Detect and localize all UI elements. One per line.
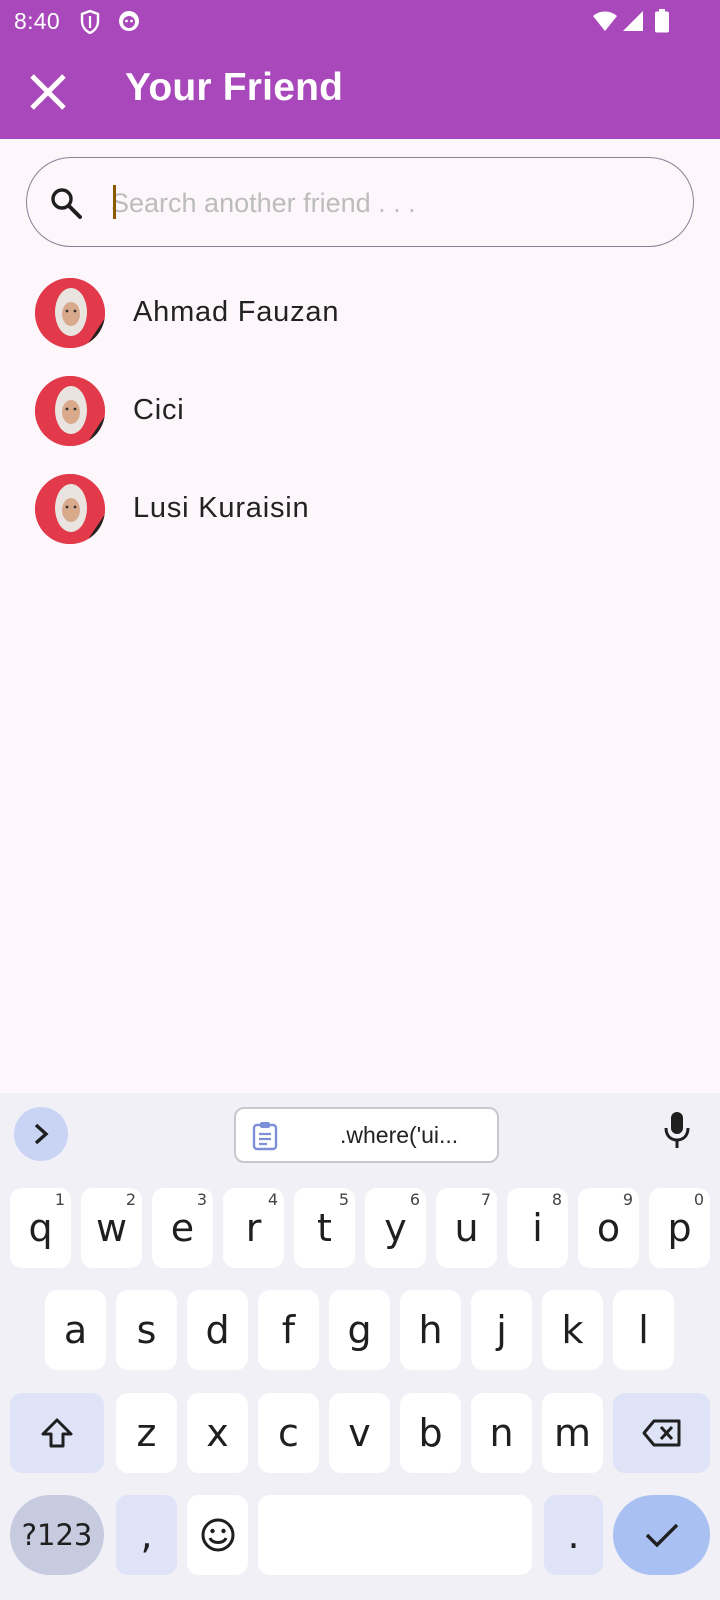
key-hint: 7 — [480, 1190, 491, 1209]
key-y[interactable]: y6 — [365, 1188, 426, 1268]
key-t[interactable]: t5 — [294, 1188, 355, 1268]
shift-icon — [41, 1418, 73, 1448]
search-input[interactable] — [111, 178, 671, 228]
key-j[interactable]: j — [471, 1290, 532, 1370]
list-item-friend[interactable]: Lusi Kuraisin — [0, 462, 720, 558]
comma-key[interactable]: , — [116, 1495, 177, 1575]
wifi-icon — [592, 10, 618, 37]
status-bar: 8:40 — [0, 0, 720, 44]
key-hint: 6 — [409, 1190, 420, 1209]
key-label: t — [317, 1206, 332, 1250]
key-label: y — [384, 1206, 407, 1250]
enter-key[interactable] — [613, 1495, 710, 1575]
key-q[interactable]: q1 — [10, 1188, 71, 1268]
key-hint: 1 — [54, 1190, 65, 1209]
key-label: i — [532, 1206, 543, 1250]
key-hint: 8 — [551, 1190, 562, 1209]
period-key[interactable]: . — [544, 1495, 603, 1575]
backspace-icon — [642, 1419, 680, 1447]
key-u[interactable]: u7 — [436, 1188, 497, 1268]
page-title: Your Friend — [125, 66, 344, 109]
key-i[interactable]: i8 — [507, 1188, 568, 1268]
key-hint: 0 — [693, 1190, 704, 1209]
clipboard-text: .where('ui... — [340, 1122, 459, 1148]
key-b[interactable]: b — [400, 1393, 461, 1473]
key-a[interactable]: a — [45, 1290, 106, 1370]
key-d[interactable]: d — [187, 1290, 248, 1370]
close-button[interactable] — [22, 66, 74, 118]
close-icon — [30, 74, 66, 110]
friend-name: Ahmad Fauzan — [133, 296, 340, 328]
friend-name: Lusi Kuraisin — [133, 492, 310, 524]
keyboard-expand-button[interactable] — [14, 1107, 68, 1161]
emoji-key[interactable] — [187, 1495, 248, 1575]
search-bar[interactable] — [26, 157, 694, 247]
key-m[interactable]: m — [542, 1393, 603, 1473]
avatar — [35, 278, 105, 348]
cat-face-icon — [118, 10, 140, 37]
key-c[interactable]: c — [258, 1393, 319, 1473]
key-label: q — [28, 1206, 53, 1250]
key-h[interactable]: h — [400, 1290, 461, 1370]
key-v[interactable]: v — [329, 1393, 390, 1473]
key-label: o — [596, 1206, 621, 1250]
key-hint: 9 — [622, 1190, 633, 1209]
key-l[interactable]: l — [613, 1290, 674, 1370]
checkmark-icon — [645, 1523, 678, 1548]
key-s[interactable]: s — [116, 1290, 177, 1370]
key-k[interactable]: k — [542, 1290, 603, 1370]
key-o[interactable]: o9 — [578, 1188, 639, 1268]
key-hint: 3 — [196, 1190, 207, 1209]
backspace-key[interactable] — [613, 1393, 710, 1473]
key-z[interactable]: z — [116, 1393, 177, 1473]
key-n[interactable]: n — [471, 1393, 532, 1473]
chevron-right-icon — [34, 1123, 49, 1145]
key-label: p — [667, 1206, 692, 1250]
key-label: u — [454, 1206, 479, 1250]
signal-icon — [622, 10, 644, 37]
key-hint: 4 — [267, 1190, 278, 1209]
symbols-key[interactable]: ?123 — [10, 1495, 104, 1575]
avatar — [35, 376, 105, 446]
key-label: w — [95, 1206, 128, 1250]
emoji-icon — [201, 1518, 234, 1552]
key-f[interactable]: f — [258, 1290, 319, 1370]
list-item-friend[interactable]: Ahmad Fauzan — [0, 266, 720, 362]
key-hint: 2 — [125, 1190, 136, 1209]
key-g[interactable]: g — [329, 1290, 390, 1370]
key-hint: 5 — [338, 1190, 349, 1209]
status-time: 8:40 — [14, 8, 60, 34]
clipboard-icon — [252, 1121, 278, 1156]
key-r[interactable]: r4 — [223, 1188, 284, 1268]
shift-key[interactable] — [10, 1393, 104, 1473]
key-w[interactable]: w2 — [81, 1188, 142, 1268]
key-label: e — [170, 1206, 195, 1250]
clipboard-suggestion[interactable]: .where('ui... — [234, 1107, 499, 1163]
avatar — [35, 474, 105, 544]
text-cursor — [113, 185, 116, 219]
key-label: r — [245, 1206, 262, 1250]
app-bar: 8:40 Your Friend — [0, 0, 720, 139]
key-x[interactable]: x — [187, 1393, 248, 1473]
key-p[interactable]: p0 — [649, 1188, 710, 1268]
friend-name: Cici — [133, 394, 185, 426]
on-screen-keyboard: .where('ui... q1 w2 e3 r4 t5 y6 u7 i8 o9… — [0, 1093, 720, 1600]
microphone-icon[interactable] — [663, 1111, 691, 1154]
key-e[interactable]: e3 — [152, 1188, 213, 1268]
space-key[interactable] — [258, 1495, 532, 1575]
search-icon — [49, 186, 83, 225]
battery-icon — [655, 9, 669, 38]
shield-icon — [80, 9, 100, 39]
list-item-friend[interactable]: Cici — [0, 364, 720, 460]
